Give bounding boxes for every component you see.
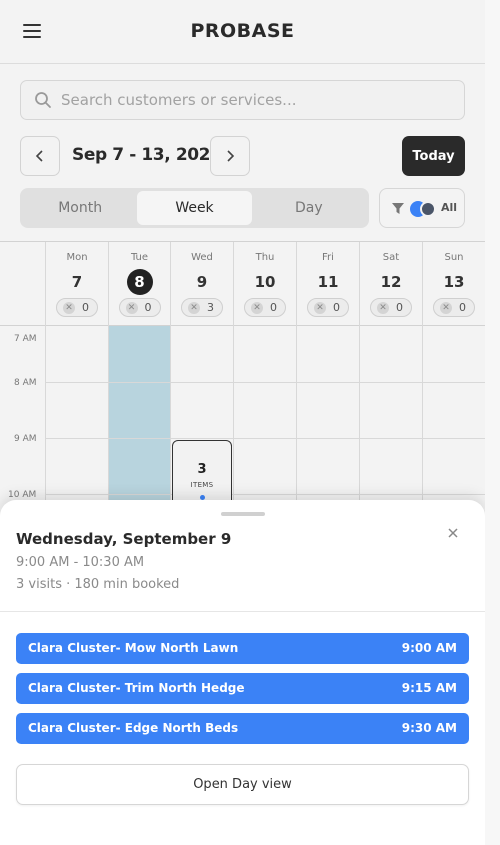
prev-week-button[interactable] <box>20 136 60 176</box>
day-number: 11 <box>317 273 339 291</box>
filter-label: All <box>441 201 458 214</box>
visit-count-badge: ✕ 0 <box>56 298 98 317</box>
visit-count-badge: ✕ 0 <box>307 298 349 317</box>
visit-count: 0 <box>459 301 466 314</box>
hour-line <box>45 438 485 439</box>
logo-text: PROBASE <box>190 20 295 42</box>
visit-count-badge: ✕ 0 <box>244 298 286 317</box>
day-name: Sun <box>444 252 464 263</box>
week-calendar: Mon 7 ✕ 0 Tue 8 ✕ 0 Wed 9 ✕ 3 Thu 10 ✕ 0 Fri <box>0 241 485 546</box>
close-circle-icon: ✕ <box>188 302 200 314</box>
day-number-today: 8 <box>126 269 153 295</box>
today-button[interactable]: Today <box>402 136 465 176</box>
day-name: Fri <box>322 252 334 263</box>
tab-week[interactable]: Week <box>137 191 252 225</box>
visit-count-badge: ✕ 0 <box>433 298 475 317</box>
toggle-icon <box>410 201 436 217</box>
hour-line <box>45 382 485 383</box>
hour-line <box>45 494 485 495</box>
day-header-sat[interactable]: Sat 12 ✕ 0 <box>359 242 422 326</box>
day-header-wed[interactable]: Wed 9 ✕ 3 <box>170 242 233 326</box>
open-day-view-button[interactable]: Open Day view <box>16 764 469 805</box>
hour-label: 7 AM <box>14 334 37 344</box>
filter-icon <box>392 203 404 214</box>
day-name: Thu <box>255 252 275 263</box>
day-name: Tue <box>130 252 149 263</box>
view-switcher: Month Week Day <box>20 188 369 228</box>
filter-button[interactable]: All <box>379 188 465 228</box>
hour-label: 10 AM <box>8 490 37 500</box>
app: PROBASE Sep 7 - 13, 2026 Today Month Wee… <box>0 0 485 845</box>
week-range-label: Sep 7 - 13, 2026 <box>72 145 222 165</box>
sheet-title: Wednesday, September 9 <box>16 530 232 548</box>
visit-count: 0 <box>270 301 277 314</box>
day-name: Mon <box>66 252 88 263</box>
visit-title: Clara Cluster- Mow North Lawn <box>28 641 239 655</box>
day-header-row: Mon 7 ✕ 0 Tue 8 ✕ 0 Wed 9 ✕ 3 Thu 10 ✕ 0 Fri <box>0 242 485 326</box>
visit-time: 9:15 AM <box>401 681 457 695</box>
hour-label: 9 AM <box>14 434 37 444</box>
search-input[interactable] <box>61 89 451 111</box>
search-box[interactable] <box>20 80 465 120</box>
top-header: PROBASE <box>0 0 485 64</box>
event-count: 3 <box>197 462 207 477</box>
hour-label: 8 AM <box>14 378 37 388</box>
day-number: 9 <box>196 273 208 291</box>
close-circle-icon: ✕ <box>63 302 75 314</box>
day-number: 7 <box>71 273 83 291</box>
visit-item[interactable]: Clara Cluster- Edge North Beds 9:30 AM <box>16 713 469 744</box>
visit-title: Clara Cluster- Edge North Beds <box>28 721 239 735</box>
day-name: Wed <box>191 252 213 263</box>
visit-count: 0 <box>396 301 403 314</box>
day-number: 12 <box>380 273 402 291</box>
chevron-right-icon <box>227 150 235 162</box>
day-header-tue[interactable]: Tue 8 ✕ 0 <box>108 242 170 326</box>
visit-item[interactable]: Clara Cluster- Mow North Lawn 9:00 AM <box>16 633 469 664</box>
close-circle-icon: ✕ <box>314 302 326 314</box>
visit-count-badge: ✕ 0 <box>118 298 161 317</box>
scrollbar[interactable] <box>485 0 500 845</box>
visit-count: 0 <box>82 301 89 314</box>
close-circle-icon: ✕ <box>251 302 263 314</box>
visit-count-badge: ✕ 0 <box>370 298 412 317</box>
day-number: 10 <box>254 273 276 291</box>
day-header-mon[interactable]: Mon 7 ✕ 0 <box>45 242 108 326</box>
logo: PROBASE <box>0 20 485 42</box>
sheet-summary: 3 visits · 180 min booked <box>16 577 180 592</box>
visit-count: 3 <box>207 301 214 314</box>
day-detail-sheet: Wednesday, September 9 9:00 AM - 10:30 A… <box>0 500 485 845</box>
visit-count: 0 <box>144 301 152 314</box>
visit-time: 9:00 AM <box>401 641 457 655</box>
close-circle-icon: ✕ <box>377 302 389 314</box>
event-label: ITEMS <box>190 481 214 489</box>
day-header-fri[interactable]: Fri 11 ✕ 0 <box>296 242 359 326</box>
day-number: 13 <box>443 273 465 291</box>
next-week-button[interactable] <box>210 136 250 176</box>
sheet-time-range: 9:00 AM - 10:30 AM <box>16 555 145 570</box>
close-icon[interactable] <box>446 526 460 540</box>
tab-month[interactable]: Month <box>23 191 137 225</box>
visit-title: Clara Cluster- Trim North Hedge <box>28 681 245 695</box>
day-header-thu[interactable]: Thu 10 ✕ 0 <box>233 242 296 326</box>
day-header-sun[interactable]: Sun 13 ✕ 0 <box>422 242 485 326</box>
close-circle-icon: ✕ <box>125 302 138 314</box>
close-circle-icon: ✕ <box>440 302 452 314</box>
search-icon <box>35 92 51 108</box>
tab-day[interactable]: Day <box>252 191 366 225</box>
day-name: Sat <box>382 252 400 263</box>
visit-time: 9:30 AM <box>401 721 457 735</box>
visit-count: 0 <box>333 301 340 314</box>
divider <box>0 611 485 612</box>
visit-item[interactable]: Clara Cluster- Trim North Hedge 9:15 AM <box>16 673 469 704</box>
chevron-left-icon <box>35 150 43 162</box>
drag-handle[interactable] <box>221 512 265 516</box>
visit-count-badge: ✕ 3 <box>181 298 223 317</box>
